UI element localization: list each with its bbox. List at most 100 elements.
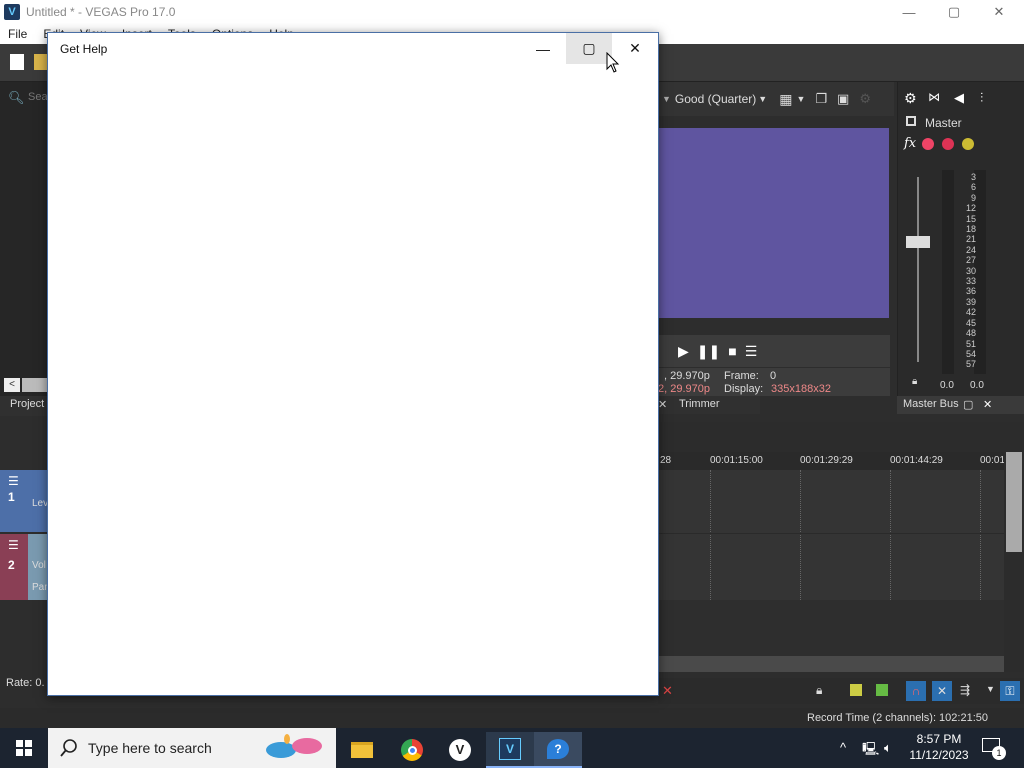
mixer-icon[interactable]: ⫶ (980, 90, 983, 106)
transport-controls: ▶ ❚❚ ■ ☰ (658, 335, 890, 367)
auto-crossfade-icon[interactable]: ✕ (932, 681, 952, 701)
taskbar-search-box[interactable]: Type here to search (48, 728, 336, 768)
tab-trimmer[interactable]: ✕ Trimmer (658, 396, 760, 414)
explorer-horizontal-scrollbar[interactable] (22, 378, 48, 392)
lock-icon[interactable]: ⚿ (1000, 681, 1020, 701)
explorer-search-input[interactable]: Sea (28, 91, 48, 103)
region-icon[interactable] (876, 684, 888, 696)
effects-chain-icon[interactable] (922, 138, 934, 150)
track-header-audio[interactable]: ☰ 2 (0, 534, 28, 600)
ruler-label: 00:01:29:29 (800, 455, 853, 466)
timeline-ruler[interactable]: 28 00:01:15:00 00:01:29:29 00:01:44:29 0… (658, 452, 1005, 470)
ruler-label: 00:01:44:29 (890, 455, 943, 466)
maximize-button[interactable]: ▢ (931, 0, 977, 24)
meter-scale: 369 12 15 18 21 24 27 30 33 36 39 42 45 48 51 54 5… (965, 172, 976, 370)
search-icon[interactable]: 🔍︎ (8, 90, 25, 106)
copy-snapshot-icon[interactable]: ❐ (815, 91, 827, 107)
dim-output-icon[interactable]: ◀ (954, 90, 964, 106)
windows-taskbar: Type here to search V V ? ^ 🖳︎ 🔈︎ 8:57 P… (0, 728, 1024, 768)
timeline-vertical-scrollbar[interactable] (1004, 422, 1024, 672)
ruler-label: 28 (660, 455, 672, 466)
track-number: 1 (8, 490, 15, 504)
track-menu-icon[interactable]: ☰ (8, 538, 19, 552)
stop-icon[interactable]: ■ (728, 343, 736, 359)
fader-track (917, 177, 919, 362)
open-folder-icon[interactable] (34, 54, 48, 70)
undock-icon[interactable]: ▢ (963, 398, 973, 411)
notification-count-badge: 1 (992, 746, 1006, 760)
minimize-button[interactable]: — (886, 0, 932, 24)
start-button[interactable] (0, 728, 48, 768)
app-title-bar: V Untitled * - VEGAS Pro 17.0 — ▢ ✕ (0, 0, 1024, 24)
menu-file[interactable]: File (0, 27, 35, 41)
ripple-dropdown-icon[interactable]: ▼ (986, 684, 995, 694)
snapping-icon[interactable]: ∩ (906, 681, 926, 701)
search-highlight-icon (266, 734, 326, 764)
marker-icon[interactable] (850, 684, 862, 696)
file-explorer-icon[interactable] (338, 732, 386, 768)
new-file-icon[interactable] (10, 54, 24, 70)
timeline-track-area[interactable] (658, 470, 1004, 600)
settings-gear-icon[interactable]: ⚙ (904, 90, 917, 107)
get-help-dialog[interactable]: Get Help — ▢ ✕ (47, 32, 659, 696)
tab-project-media[interactable]: Project (0, 396, 48, 416)
tab-master-bus[interactable]: Master Bus ▢ ✕ (897, 396, 1024, 414)
record-time-status: Record Time (2 channels): 102:21:50 (807, 712, 988, 724)
get-help-taskbar-icon[interactable]: ? (534, 732, 582, 768)
show-hidden-icons-icon[interactable]: ^ (840, 740, 846, 755)
scroll-left-arrow-icon[interactable]: < (4, 378, 20, 392)
solo-icon[interactable] (962, 138, 974, 150)
dialog-minimize-button[interactable]: — (520, 33, 566, 64)
video-preview-frame (658, 128, 889, 318)
timeline-empty-area[interactable] (658, 600, 1004, 656)
notification-icon[interactable]: 1 (982, 738, 1006, 760)
close-tab-icon[interactable]: ✕ (658, 398, 667, 411)
pause-icon[interactable]: ❚❚ (697, 343, 720, 360)
lock-envelopes-icon[interactable]: 🔒︎ (816, 683, 822, 698)
chrome-icon[interactable] (388, 732, 436, 768)
dropdown-arrow-icon[interactable]: ▼ (662, 94, 671, 104)
dialog-title: Get Help (60, 42, 108, 56)
trimmer-tab-label: Trimmer (679, 398, 720, 410)
vertical-scroll-thumb[interactable] (1006, 452, 1022, 552)
track-menu-icon[interactable]: ☰ (8, 474, 19, 488)
project-framerate: , 29.970p (664, 370, 710, 382)
clock-time: 8:57 PM (916, 732, 962, 746)
play-icon[interactable]: ▶ (678, 343, 689, 360)
settings-disabled-icon: ⚙ (859, 91, 871, 106)
system-clock[interactable]: 8:57 PM 11/12/2023 (906, 731, 972, 763)
timeline-header (658, 422, 1004, 452)
preview-quality-select[interactable]: Good (Quarter) (675, 92, 756, 106)
grid-dropdown-icon[interactable]: ▼ (796, 94, 805, 104)
close-tab-icon[interactable]: ✕ (983, 398, 992, 411)
volume-muted-icon[interactable]: 🔈︎ (884, 740, 892, 756)
quality-dropdown-icon[interactable]: ▼ (758, 94, 767, 104)
preview-info: , 29.970p 2, 29.970p Frame: 0 Display: 3… (658, 368, 890, 396)
track-header-video[interactable]: ☰ 1 Lev (0, 470, 48, 532)
menu-icon[interactable]: ☰ (745, 343, 758, 360)
windows-logo-icon (16, 740, 32, 756)
master-bus-tab-label: Master Bus (903, 398, 959, 410)
fx-icon[interactable]: fx (904, 136, 916, 151)
search-icon (60, 739, 77, 757)
close-button[interactable]: ✕ (976, 0, 1022, 24)
vegas-app-icon: V (4, 4, 20, 20)
preview-framerate: 2, 29.970p (658, 383, 710, 395)
display-label: Display: (724, 383, 764, 395)
master-volume-fader[interactable] (906, 236, 930, 248)
vegas-pro-taskbar-icon[interactable]: V (486, 732, 534, 768)
ripple-edit-icon[interactable]: ⇶ (960, 683, 970, 697)
timeline-horizontal-scrollbar[interactable] (658, 656, 1004, 672)
grid-overlay-icon[interactable]: ▦ (779, 91, 792, 108)
left-peak-value: 0.0 (940, 380, 954, 391)
vivaldi-icon[interactable]: V (436, 732, 484, 768)
master-checkbox-icon[interactable] (906, 116, 916, 126)
save-snapshot-icon[interactable]: ▣ (837, 91, 849, 107)
left-level-meter (942, 170, 954, 374)
delete-icon[interactable]: ✕ (662, 683, 673, 699)
mute-icon[interactable] (942, 138, 954, 150)
network-icon[interactable]: 🖳︎ (862, 740, 879, 762)
downmix-icon[interactable]: ⋈ (928, 90, 940, 104)
track-volume-label: Vol (32, 560, 46, 571)
lock-icon[interactable]: 🔒︎ (912, 376, 917, 387)
